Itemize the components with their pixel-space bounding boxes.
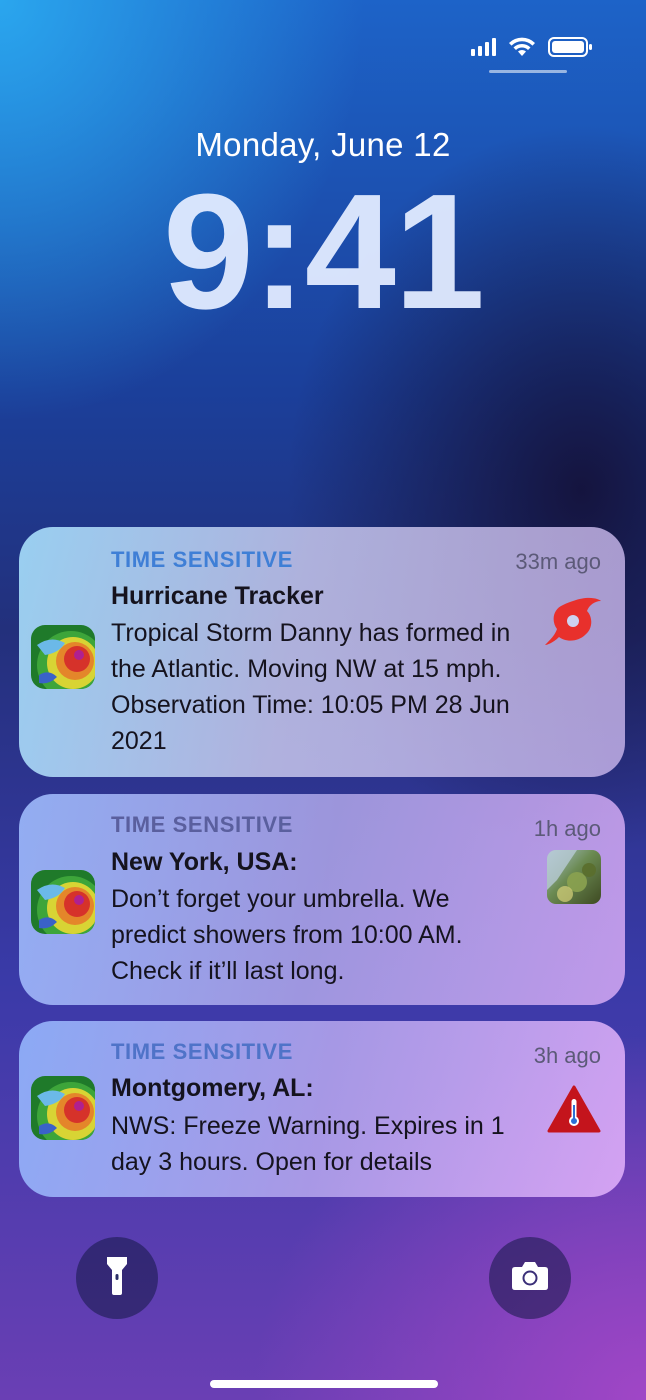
notification-title: New York, USA: xyxy=(111,848,298,876)
lock-screen-date: Monday, June 12 xyxy=(195,126,451,163)
camera-button[interactable] xyxy=(489,1237,571,1319)
notification-montgomery[interactable]: TIME SENSITIVE 3h ago Montgomery, AL: NW… xyxy=(19,1021,625,1197)
status-bar xyxy=(471,36,594,58)
radar-app-icon xyxy=(31,625,95,689)
cellular-signal-icon xyxy=(471,38,496,56)
hurricane-icon xyxy=(545,595,601,656)
notification-time-ago: 3h ago xyxy=(533,1043,601,1068)
notification-time-ago: 33m ago xyxy=(515,549,601,574)
flashlight-icon xyxy=(106,1256,128,1301)
radar-app-icon xyxy=(31,1076,95,1140)
notification-title: Montgomery, AL: xyxy=(111,1074,314,1102)
rain-photo xyxy=(547,850,601,909)
battery-icon xyxy=(548,36,594,58)
time-sensitive-label: TIME SENSITIVE xyxy=(111,547,293,572)
notification-body: Tropical Storm Danny has formed in the A… xyxy=(111,619,511,755)
flashlight-button[interactable] xyxy=(76,1237,158,1319)
lock-screen-time: 9:41 xyxy=(162,160,485,343)
radar-app-icon xyxy=(31,870,95,934)
notification-time-ago: 1h ago xyxy=(533,816,601,841)
notification-hurricane-tracker[interactable]: TIME SENSITIVE 33m ago Hurricane Tracker… xyxy=(19,527,625,777)
notification-title: Hurricane Tracker xyxy=(111,582,324,610)
notification-new-york[interactable]: TIME SENSITIVE 1h ago New York, USA: Don… xyxy=(19,794,625,1005)
notification-body: NWS: Freeze Warning. Expires in 1 day 3 … xyxy=(111,1112,505,1176)
time-sensitive-label: TIME SENSITIVE xyxy=(111,812,293,837)
camera-icon xyxy=(511,1261,549,1296)
notification-pull-indicator xyxy=(489,70,567,73)
wifi-icon xyxy=(508,37,536,57)
home-indicator[interactable] xyxy=(210,1380,438,1388)
time-sensitive-label: TIME SENSITIVE xyxy=(111,1039,293,1064)
freeze-warning-icon xyxy=(547,1085,601,1138)
notification-body: Don’t forget your umbrella. We predict s… xyxy=(111,885,463,985)
